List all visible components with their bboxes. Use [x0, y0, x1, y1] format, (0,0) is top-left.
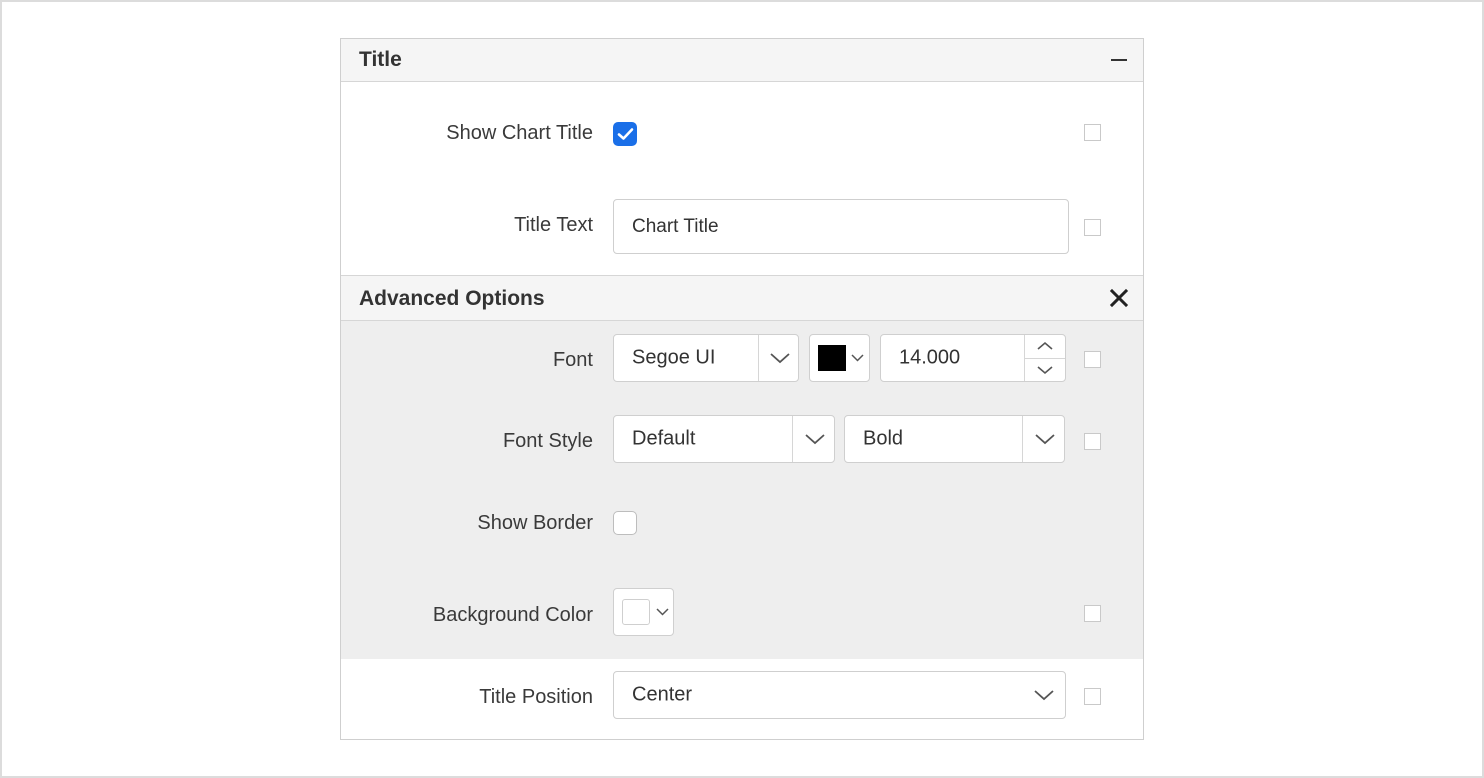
checkmark-icon [617, 128, 634, 140]
title-section-heading: Title [359, 48, 402, 71]
font-style-label: Font Style [502, 430, 593, 452]
title-position-dropdown[interactable]: Center [613, 671, 1066, 719]
font-label: Font [552, 349, 593, 371]
advanced-options-heading: Advanced Options [359, 287, 545, 310]
background-color-picker[interactable] [613, 588, 674, 636]
show-chart-title-label: Show Chart Title [446, 122, 593, 144]
title-text-side-checkbox[interactable] [1084, 219, 1101, 236]
background-color-label: Background Color [432, 604, 593, 626]
font-style-value: Default [632, 427, 696, 450]
title-position-label: Title Position [479, 686, 593, 708]
chevron-down-icon [1035, 434, 1055, 445]
font-weight-dropdown[interactable]: Bold [844, 415, 1065, 463]
font-color-swatch [818, 345, 846, 371]
title-position-value: Center [632, 683, 693, 706]
font-family-dropdown[interactable]: Segoe UI [613, 334, 799, 382]
spin-down-icon[interactable] [1036, 365, 1054, 375]
chevron-down-icon [770, 353, 790, 364]
chevron-down-icon [851, 354, 864, 362]
background-color-side-checkbox[interactable] [1084, 605, 1101, 622]
title-section-header[interactable]: Title [341, 39, 1143, 82]
collapse-icon[interactable] [1111, 59, 1127, 61]
title-position-side-checkbox[interactable] [1084, 688, 1101, 705]
advanced-options-header[interactable]: Advanced Options [341, 275, 1143, 321]
chevron-down-icon [656, 608, 669, 616]
spin-up-icon[interactable] [1036, 341, 1054, 351]
show-border-label: Show Border [477, 512, 593, 534]
font-size-value: 14.000 [899, 346, 961, 369]
title-text-input[interactable]: Chart Title [613, 199, 1069, 254]
title-text-label: Title Text [514, 214, 593, 236]
title-text-value: Chart Title [632, 215, 719, 237]
background-color-swatch [622, 599, 650, 625]
chevron-down-icon [805, 434, 825, 445]
font-weight-value: Bold [863, 427, 904, 450]
close-icon[interactable] [1109, 288, 1129, 308]
show-border-checkbox[interactable] [613, 511, 637, 535]
font-style-dropdown[interactable]: Default [613, 415, 835, 463]
font-color-picker[interactable] [809, 334, 870, 382]
show-chart-title-side-checkbox[interactable] [1084, 124, 1101, 141]
show-chart-title-checkbox[interactable] [613, 122, 637, 146]
font-family-value: Segoe UI [632, 346, 716, 369]
font-size-numeric-input[interactable]: 14.000 [880, 334, 1066, 382]
font-style-side-checkbox[interactable] [1084, 433, 1101, 450]
title-properties-panel: Title Show Chart Title Title Text Chart … [340, 38, 1144, 740]
font-side-checkbox[interactable] [1084, 351, 1101, 368]
chevron-down-icon [1034, 690, 1054, 701]
